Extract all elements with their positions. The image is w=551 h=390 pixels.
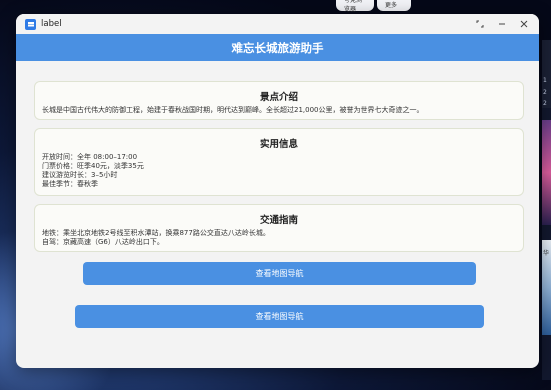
app-icon: [25, 18, 36, 30]
taskbar-chip-more[interactable]: 更多: [377, 0, 411, 11]
map-navigation-button[interactable]: 查看地图导航: [83, 262, 476, 285]
map-navigation-button-secondary[interactable]: 查看地图导航: [75, 305, 484, 328]
close-icon[interactable]: [513, 14, 535, 34]
card-title: 交通指南: [259, 215, 298, 226]
background-window-strip: 1 2 2 华: [542, 40, 551, 380]
minimize-icon[interactable]: [491, 14, 513, 34]
card-text: 长城是中国古代伟大的防御工程，始建于春秋战国时期，明代达到巅峰。全长超过21,0…: [42, 106, 424, 114]
title-bar[interactable]: label: [16, 14, 539, 34]
background-panel: [542, 40, 551, 108]
background-text: 2: [543, 100, 547, 107]
restore-icon[interactable]: [469, 14, 491, 34]
window-title: label: [41, 19, 62, 29]
card-lines: 开放时间：全年 08:00–17:00 门票价格：旺季40元，淡季35元 建议游…: [35, 153, 523, 189]
page-header: 难忘长城旅游助手: [16, 34, 539, 61]
info-line: 门票价格：旺季40元，淡季35元: [42, 162, 144, 170]
taskbar-chip-label: 更多: [385, 1, 398, 9]
background-panel: [542, 120, 551, 225]
background-text: 华: [543, 250, 550, 257]
info-line: 开放时间：全年 08:00–17:00: [42, 153, 138, 161]
background-text: 1: [543, 77, 547, 84]
window-controls: [469, 14, 535, 34]
card-title: 实用信息: [259, 139, 298, 150]
card-title: 景点介绍: [259, 92, 298, 103]
taskbar-chip-label: 夸克浏览器: [344, 0, 363, 13]
transport-line: 地铁：乘坐北京地铁2号线至积水潭站，换乘877路公交直达八达岭长城。: [42, 229, 270, 237]
card-transport: 交通指南 地铁：乘坐北京地铁2号线至积水潭站，换乘877路公交直达八达岭长城。 …: [34, 204, 524, 252]
info-line: 最佳季节：春秋季: [42, 180, 98, 188]
card-intro: 景点介绍 长城是中国古代伟大的防御工程，始建于春秋战国时期，明代达到巅峰。全长超…: [34, 81, 524, 120]
transport-line: 自驾：京藏高速（G6）八达岭出口下。: [42, 238, 164, 246]
background-text: 2: [543, 89, 547, 96]
app-window: label 难忘长城旅游助手 景点介绍 长城是中国古代伟大的防御工程，始建于春秋…: [16, 14, 539, 368]
page-title: 难忘长城旅游助手: [231, 40, 324, 55]
card-lines: 地铁：乘坐北京地铁2号线至积水潭站，换乘877路公交直达八达岭长城。 自驾：京藏…: [35, 229, 523, 247]
taskbar-chip-browser[interactable]: 夸克浏览器: [336, 0, 374, 13]
info-line: 建议游览时长：3–5小时: [42, 171, 118, 179]
card-info: 实用信息 开放时间：全年 08:00–17:00 门票价格：旺季40元，淡季35…: [34, 128, 524, 196]
